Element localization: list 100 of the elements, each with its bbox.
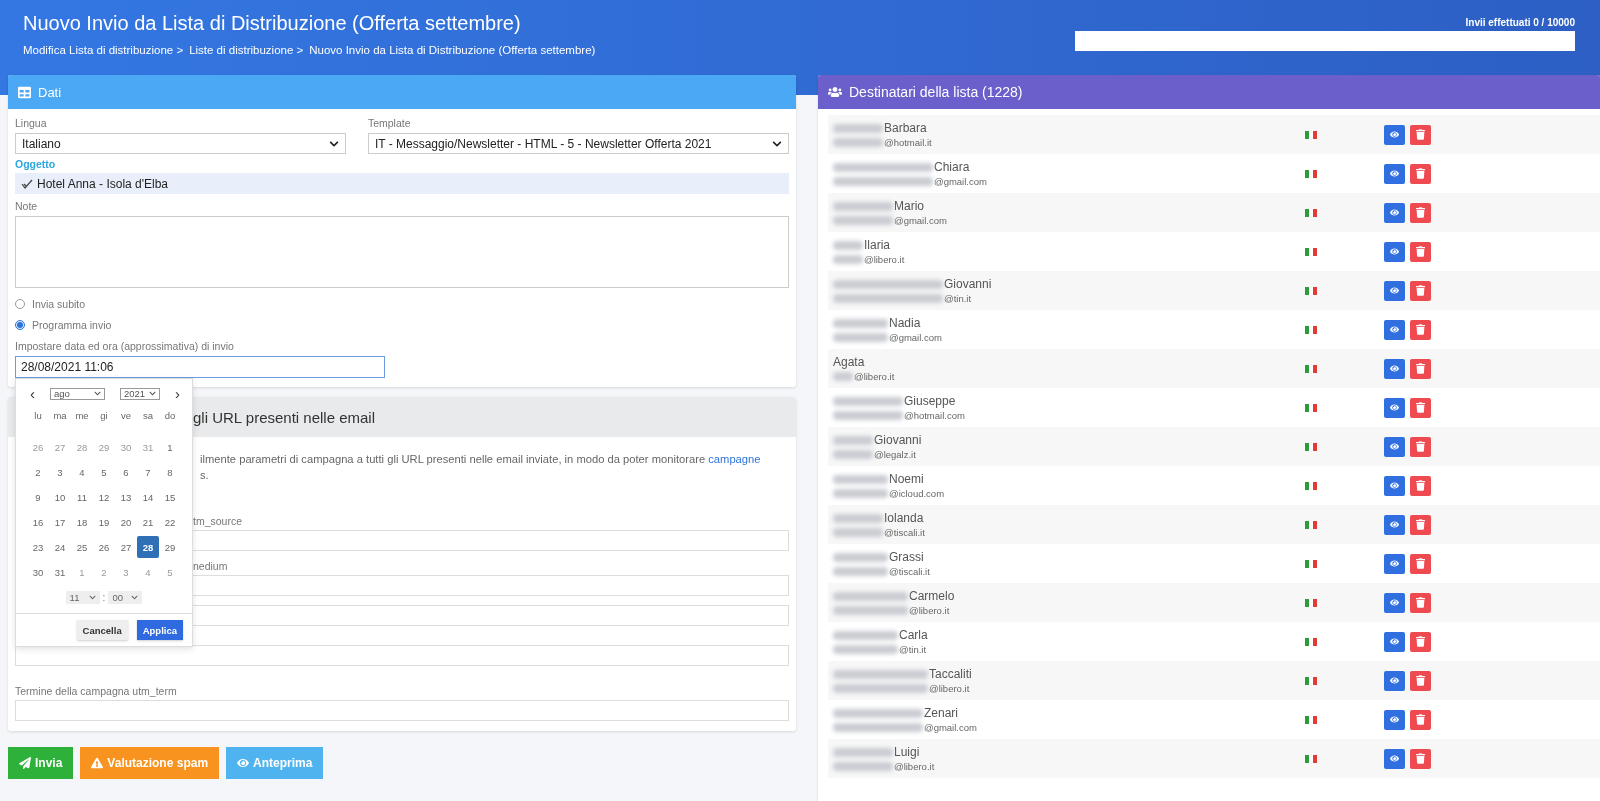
month-select[interactable]: ago — [50, 387, 105, 400]
delete-button[interactable] — [1410, 202, 1431, 223]
delete-button[interactable] — [1410, 280, 1431, 301]
calendar-day[interactable]: 21 — [137, 511, 159, 533]
calendar-day[interactable]: 31 — [49, 561, 71, 583]
delete-button[interactable] — [1410, 553, 1431, 574]
calendar-day[interactable]: 3 — [49, 461, 71, 483]
calendar-day[interactable]: 20 — [115, 511, 137, 533]
calendar-day[interactable]: 25 — [71, 536, 93, 558]
delete-button[interactable] — [1410, 358, 1431, 379]
apply-button[interactable]: Applica — [136, 620, 183, 640]
calendar-day[interactable]: 28 — [137, 536, 159, 558]
delete-button[interactable] — [1410, 241, 1431, 262]
delete-button[interactable] — [1410, 436, 1431, 457]
calendar-day[interactable]: 7 — [137, 461, 159, 483]
delete-button[interactable] — [1410, 514, 1431, 535]
flag-icon — [1305, 715, 1317, 724]
view-button[interactable] — [1384, 592, 1405, 613]
calendar-day[interactable]: 27 — [115, 536, 137, 558]
calendar-day[interactable]: 5 — [93, 461, 115, 483]
calendar-day[interactable]: 2 — [27, 461, 49, 483]
view-button[interactable] — [1384, 124, 1405, 145]
view-button[interactable] — [1384, 436, 1405, 457]
view-button[interactable] — [1384, 631, 1405, 652]
calendar-day[interactable]: 9 — [27, 486, 49, 508]
radio-option[interactable]: Programma invio — [15, 319, 789, 331]
next-month-button[interactable]: › — [175, 385, 180, 402]
delete-button[interactable] — [1410, 670, 1431, 691]
text-input[interactable] — [15, 645, 789, 666]
redacted-blur — [833, 318, 888, 328]
trash-icon — [1416, 207, 1425, 218]
view-button[interactable] — [1384, 748, 1405, 769]
calendar-day[interactable]: 23 — [27, 536, 49, 558]
delete-button[interactable] — [1410, 748, 1431, 769]
delete-button[interactable] — [1410, 397, 1431, 418]
view-button[interactable] — [1384, 358, 1405, 379]
calendar-day[interactable]: 17 — [49, 511, 71, 533]
view-button[interactable] — [1384, 241, 1405, 262]
redacted-blur — [833, 489, 888, 498]
redacted-blur — [833, 435, 873, 445]
campaign-link[interactable]: campagne — [708, 453, 761, 465]
delete-button[interactable] — [1410, 631, 1431, 652]
datetime-input[interactable]: 28/08/2021 11:06 — [15, 356, 385, 378]
calendar-day[interactable]: 24 — [49, 536, 71, 558]
view-button[interactable] — [1384, 670, 1405, 691]
calendar-day[interactable]: 30 — [27, 561, 49, 583]
calendar-day[interactable]: 26 — [93, 536, 115, 558]
view-button[interactable] — [1384, 280, 1405, 301]
calendar-day[interactable]: 1 — [159, 436, 181, 458]
calendar-day[interactable]: 16 — [27, 511, 49, 533]
delete-button[interactable] — [1410, 124, 1431, 145]
language-select[interactable]: Italiano — [15, 133, 346, 154]
eye-icon — [1390, 675, 1399, 686]
subject-field[interactable]: Hotel Anna - Isola d'Elba — [15, 173, 789, 194]
calendar-day[interactable]: 29 — [159, 536, 181, 558]
view-button[interactable] — [1384, 319, 1405, 340]
view-button[interactable] — [1384, 553, 1405, 574]
breadcrumb[interactable]: Liste di distribuzione > — [189, 44, 304, 56]
flag-icon — [1305, 520, 1317, 529]
breadcrumb[interactable]: Modifica Lista di distribuzione > — [23, 44, 184, 56]
year-select[interactable]: 2021 — [120, 387, 160, 400]
prev-month-button[interactable]: ‹ — [30, 385, 35, 402]
delete-button[interactable] — [1410, 592, 1431, 613]
chevron-icon — [328, 138, 339, 149]
view-button[interactable] — [1384, 163, 1405, 184]
calendar-day[interactable]: 15 — [159, 486, 181, 508]
radio-dot[interactable] — [15, 299, 25, 309]
text-input[interactable] — [15, 700, 789, 721]
view-button[interactable] — [1384, 514, 1405, 535]
check-icon — [21, 178, 33, 189]
calendar-day[interactable]: 12 — [93, 486, 115, 508]
cancel-button[interactable]: Cancella — [76, 620, 128, 640]
delete-button[interactable] — [1410, 319, 1431, 340]
calendar-day[interactable]: 4 — [71, 461, 93, 483]
delete-button[interactable] — [1410, 475, 1431, 496]
radio-dot[interactable] — [15, 320, 25, 330]
calendar-day[interactable]: 18 — [71, 511, 93, 533]
view-button[interactable] — [1384, 709, 1405, 730]
view-button[interactable] — [1384, 397, 1405, 418]
delete-button[interactable] — [1410, 709, 1431, 730]
recipient-name: Giovanni — [874, 433, 922, 447]
view-button[interactable] — [1384, 475, 1405, 496]
hour-select[interactable]: 11 — [65, 591, 100, 604]
minute-select[interactable]: 00 — [108, 591, 143, 604]
calendar-day[interactable]: 10 — [49, 486, 71, 508]
template-select[interactable]: IT - Messaggio/Newsletter - HTML - 5 - Newsletter Offerta 2021 — [367, 133, 789, 154]
calendar-day[interactable]: 11 — [71, 486, 93, 508]
calendar-day[interactable]: 13 — [115, 486, 137, 508]
view-button[interactable] — [1384, 202, 1405, 223]
weekday-label: gi — [99, 409, 109, 423]
calendar-day[interactable]: 8 — [159, 461, 181, 483]
delete-button[interactable] — [1410, 163, 1431, 184]
calendar-day[interactable]: 14 — [137, 486, 159, 508]
calendar-day[interactable]: 19 — [93, 511, 115, 533]
calendar-day[interactable]: 22 — [159, 511, 181, 533]
radio-option[interactable]: Invia subito — [15, 298, 789, 310]
calendar-day[interactable]: 6 — [115, 461, 137, 483]
card-title: Destinatari della lista (1228) — [849, 84, 1023, 100]
recipient-name: Nadia — [889, 316, 921, 330]
eye-icon — [1390, 285, 1399, 296]
